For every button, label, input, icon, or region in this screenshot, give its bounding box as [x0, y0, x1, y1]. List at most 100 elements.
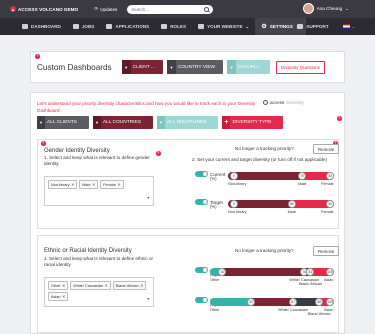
slider-knob[interactable]: 2	[230, 200, 238, 208]
question-1: 1. Select and keep what is relevant to d…	[44, 256, 154, 268]
search-icon[interactable]	[204, 6, 210, 12]
search-input[interactable]	[131, 6, 202, 12]
applications-icon	[106, 24, 113, 29]
support-icon	[297, 24, 304, 29]
close-icon[interactable]: ✕	[71, 182, 74, 187]
slider-tick-label: Male	[287, 210, 296, 214]
uk-flag-icon	[342, 24, 350, 29]
updates-link[interactable]: ⟳ Updates	[94, 6, 117, 12]
caret-down-icon: ▼	[227, 60, 237, 74]
caret-down-icon[interactable]: ▼	[146, 196, 150, 200]
radio-icon	[263, 100, 268, 105]
current-toggle[interactable]	[195, 171, 208, 177]
help-icon[interactable]: ?	[156, 151, 161, 156]
nav-dashboard[interactable]: DASHBOARD	[16, 18, 67, 35]
gender-target-slider[interactable]	[228, 200, 334, 208]
chip[interactable]: Non-binary ✕	[48, 180, 78, 189]
discipline-dropdown[interactable]: ▼ DISCIPLI...	[227, 60, 271, 74]
all-disciplines-dropdown[interactable]: ▼ ALL DISCIPLINES	[156, 116, 219, 129]
slider-tick-label: Asian	[324, 308, 334, 312]
ethnic-chip-select[interactable]: Other ✕ White/ Caucasian ✕ Black/ African ✕…	[44, 277, 154, 307]
country-view-label: COUNTRY VIEW	[177, 64, 216, 70]
gender-current-slider[interactable]	[228, 172, 334, 180]
refresh-icon: ⟳	[94, 6, 99, 11]
target-toggle-row[interactable]: Target (%)	[195, 199, 223, 209]
updates-label: Updates	[100, 6, 118, 12]
discipline-label: DISCIPLI...	[238, 64, 263, 70]
nav-your-website[interactable]: YOUR WEBSITE ⌄	[192, 18, 255, 35]
diversity-type-button[interactable]: + DIVERSITY TYPE	[222, 116, 284, 129]
slider-segment	[250, 298, 294, 306]
close-icon[interactable]: ✕	[62, 294, 65, 299]
roles-icon	[161, 24, 168, 29]
dashboard-header: Custom Dashboards ▼ CLIENT ... ▼ COUNTRY…	[30, 51, 345, 83]
percent-label: (%)	[210, 176, 217, 181]
caret-down-icon[interactable]: ▼	[146, 297, 150, 301]
chip-label: White/ Caucasian	[73, 283, 103, 288]
dashboard-icon	[22, 24, 28, 29]
current-toggle-row[interactable]: Current (%)	[195, 171, 225, 181]
intro-text: Let's understand your priority diversity…	[37, 101, 256, 113]
chip[interactable]: Black/ African ✕	[112, 281, 147, 290]
nav-jobs[interactable]: JOBS	[67, 18, 101, 35]
ethnic-current-slider[interactable]	[210, 268, 334, 276]
chip[interactable]: Asian ✕	[48, 292, 69, 301]
slider-knob[interactable]: 30	[326, 172, 334, 180]
volcano-logo-icon: ▲	[10, 6, 16, 12]
search-box[interactable]	[127, 4, 214, 14]
all-clients-dropdown[interactable]: ▼ ALL CLIENTS	[37, 116, 89, 129]
close-icon[interactable]: ✕	[117, 182, 120, 187]
percent-label: (%)	[210, 204, 217, 209]
all-countries-dropdown[interactable]: ▼ ALL COUNTRIES	[92, 116, 153, 129]
all-clients-label: ALL CLIENTS	[47, 120, 77, 125]
close-icon[interactable]: ✕	[140, 283, 143, 288]
toggle-off-label: Diversity	[286, 100, 304, 105]
country-view-dropdown[interactable]: ▼ COUNTRY VIEW	[166, 60, 224, 74]
slider-tick-label: Black/ African	[298, 282, 322, 286]
chip[interactable]: Other ✕	[48, 281, 69, 290]
section-title: Gender Identity Diversity	[44, 148, 110, 154]
diversity-questions-button[interactable]: Diversity Questions	[276, 60, 325, 74]
nav-roles[interactable]: ROLES	[155, 18, 192, 35]
remove-button[interactable]: Remove	[313, 144, 340, 154]
all-disciplines-label: ALL DISCIPLINES	[166, 120, 207, 125]
slider-knob[interactable]: 58	[287, 200, 296, 208]
section-title: Ethnic or Racial Identity Diversity	[44, 248, 132, 254]
slider-knob[interactable]: 100	[326, 268, 334, 276]
target-toggle[interactable]	[195, 297, 208, 303]
close-icon[interactable]: ✕	[62, 283, 65, 288]
chevron-down-icon: ⌄	[245, 23, 250, 29]
remove-button[interactable]: Remove	[313, 246, 340, 256]
chip[interactable]: White/ Caucasian ✕	[70, 281, 111, 290]
close-icon[interactable]: ✕	[104, 283, 107, 288]
language-selector[interactable]: ⌄	[342, 24, 355, 29]
user-menu[interactable]: Ana Cheung ⌄	[302, 3, 349, 14]
gender-chip-select[interactable]: Non-binary ✕ Male ✕ Female ✕ ▼	[44, 176, 154, 206]
chip[interactable]: Male ✕	[79, 180, 99, 189]
slider-tick-label: Female	[321, 210, 334, 214]
slider-tick-label: Asian	[324, 278, 334, 282]
close-icon[interactable]: ✕	[92, 182, 95, 187]
briefcase-icon	[72, 24, 79, 29]
brand[interactable]: ▲ ACCESS VOLCANO DEMO	[10, 6, 78, 12]
help-icon[interactable]: ?	[41, 141, 46, 146]
slider-segment	[210, 298, 251, 306]
current-toggle[interactable]	[195, 267, 208, 273]
caret-down-icon: ▼	[92, 116, 101, 129]
view-toggle[interactable]: access Diversity	[263, 100, 304, 105]
help-icon[interactable]: ?	[35, 54, 40, 59]
target-toggle[interactable]	[195, 199, 208, 205]
slider-tick-label: Other	[210, 278, 220, 282]
nav-support[interactable]: SUPPORT	[297, 18, 329, 35]
caret-down-icon: ▼	[37, 116, 45, 129]
slider-knob[interactable]: 100	[326, 298, 334, 306]
caret-down-icon: ▼	[166, 60, 176, 74]
help-icon[interactable]: ?	[337, 116, 342, 121]
nav-website-label: YOUR WEBSITE	[207, 24, 243, 29]
slider-knob[interactable]: 40	[326, 200, 334, 208]
slider-knob[interactable]: 33	[246, 298, 255, 306]
chip[interactable]: Female ✕	[100, 180, 124, 189]
nav-applications[interactable]: APPLICATIONS	[100, 18, 155, 35]
client-dropdown[interactable]: ▼ CLIENT ...	[121, 60, 163, 74]
slider-knob[interactable]: 0	[230, 172, 238, 180]
